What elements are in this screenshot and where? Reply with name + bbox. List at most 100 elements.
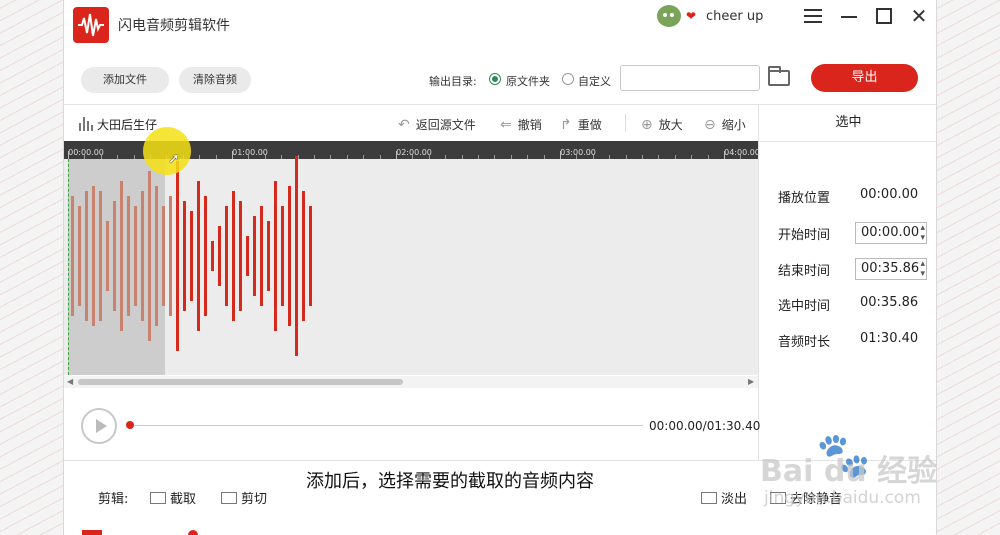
waveform-bar xyxy=(253,216,256,296)
edit-tools-label: 剪辑: xyxy=(98,492,129,507)
waveform-bar xyxy=(92,186,95,326)
progress-knob[interactable] xyxy=(126,421,134,429)
redo-icon: ↱ xyxy=(560,117,572,133)
waveform-bar xyxy=(183,201,186,311)
waveform-bar xyxy=(239,201,242,311)
waveform-bar xyxy=(197,181,200,331)
waveform-bar xyxy=(225,206,228,306)
waveform-bar xyxy=(260,206,263,306)
waveform-bar xyxy=(295,156,298,356)
zoom-in-icon: ⊕ xyxy=(641,117,653,133)
waveform-bar xyxy=(148,171,151,341)
export-button[interactable]: 导出 xyxy=(811,64,918,92)
duration-label: 音频时长 xyxy=(778,335,831,350)
undo-button[interactable]: ⇐ 撤销 xyxy=(500,116,542,133)
waveform-bar xyxy=(176,161,179,351)
progress-track[interactable] xyxy=(130,425,643,426)
fade-out-button[interactable]: 淡出 xyxy=(701,488,747,507)
app-title: 闪电音频剪辑软件 xyxy=(118,18,230,34)
ruler-label: 04:00.00 xyxy=(724,148,760,157)
undo-icon: ⇐ xyxy=(500,117,512,133)
zoom-out-button[interactable]: ⊖ 缩小 xyxy=(704,116,746,133)
radio-custom-folder[interactable] xyxy=(562,73,574,85)
redo-button[interactable]: ↱ 重做 xyxy=(560,116,602,133)
radio-source-label[interactable]: 原文件夹 xyxy=(506,73,550,89)
wechat-icon[interactable] xyxy=(657,5,681,27)
waveform-canvas[interactable] xyxy=(64,156,758,375)
ruler-label: 00:00.00 xyxy=(68,148,104,157)
duration-value: 01:30.40 xyxy=(860,331,919,346)
divider xyxy=(625,114,626,132)
divider xyxy=(758,104,759,460)
end-time-input[interactable]: 00:35.86 xyxy=(855,258,927,280)
waveform-bar xyxy=(281,206,284,306)
scroll-left-icon[interactable]: ◀ xyxy=(67,376,73,388)
waveform-bar xyxy=(141,191,144,321)
app-logo-icon xyxy=(73,7,109,43)
minimize-icon[interactable] xyxy=(836,4,862,28)
play-position-value: 00:00.00 xyxy=(860,187,919,202)
zoom-in-button[interactable]: ⊕ 放大 xyxy=(641,116,683,133)
cut-out-button[interactable]: 截取 xyxy=(150,488,196,507)
waveform-bar xyxy=(218,226,221,286)
waveform-bar xyxy=(71,196,74,316)
waveform-bar xyxy=(211,241,214,271)
bottom-accent-dot xyxy=(188,530,198,535)
selection-panel-header: 选中 xyxy=(759,104,936,142)
zoom-out-icon: ⊖ xyxy=(704,117,716,133)
waveform-bar xyxy=(302,191,305,321)
waveform-bar xyxy=(106,221,109,291)
waveform-bar xyxy=(267,221,270,291)
start-marker[interactable] xyxy=(68,159,69,375)
bottom-accent xyxy=(82,530,102,535)
user-name[interactable]: cheer up xyxy=(706,9,763,24)
maximize-icon[interactable] xyxy=(871,4,897,28)
watermark-brand: Bai du 经验 xyxy=(760,454,938,489)
cut-button[interactable]: 剪切 xyxy=(221,488,267,507)
radio-custom-label[interactable]: 自定义 xyxy=(578,73,611,89)
clear-audio-button[interactable]: 清除音频 xyxy=(179,67,251,93)
ruler-label: 02:00.00 xyxy=(396,148,432,157)
cursor-highlight xyxy=(143,127,191,175)
close-icon[interactable]: ✕ xyxy=(906,4,932,28)
add-file-button[interactable]: 添加文件 xyxy=(81,67,169,93)
menu-icon[interactable] xyxy=(800,4,826,28)
revert-icon: ↶ xyxy=(398,117,410,133)
horizontal-scrollbar[interactable]: ◀ ▶ xyxy=(64,376,758,388)
vip-heart-icon: ❤ xyxy=(686,9,697,23)
output-dir-label: 输出目录: xyxy=(429,75,477,88)
waveform-bar xyxy=(127,196,130,316)
waveform-bar xyxy=(120,181,123,331)
title-bar: 闪电音频剪辑软件 ❤ cheer up ✕ xyxy=(64,0,936,50)
waveform-bar xyxy=(78,206,81,306)
waveform-bar xyxy=(190,211,193,301)
trim-icon xyxy=(150,492,166,504)
folder-open-icon[interactable] xyxy=(768,66,790,86)
output-path-input[interactable] xyxy=(620,65,760,91)
radio-source-folder[interactable] xyxy=(489,73,501,85)
play-button[interactable] xyxy=(81,408,117,444)
start-time-input[interactable]: 00:00.00 xyxy=(855,222,927,244)
cut-icon xyxy=(221,492,237,504)
waveform-bar xyxy=(246,236,249,276)
playback-time: 00:00.00/01:30.40 xyxy=(649,419,761,433)
start-time-label: 开始时间 xyxy=(778,228,831,243)
waveform-bar xyxy=(169,196,172,316)
scroll-right-icon[interactable]: ▶ xyxy=(748,376,754,388)
tutorial-caption: 添加后，选择需要的截取的音频内容 xyxy=(294,463,606,501)
waveform-bar xyxy=(288,186,291,326)
ruler-label: 03:00.00 xyxy=(560,148,596,157)
scroll-thumb[interactable] xyxy=(78,379,403,385)
waveform-bar xyxy=(99,191,102,321)
waveform-bar xyxy=(134,206,137,306)
waveform-bar xyxy=(204,196,207,316)
selected-time-label: 选中时间 xyxy=(778,299,831,314)
play-position-label: 播放位置 xyxy=(778,191,831,206)
end-time-label: 结束时间 xyxy=(778,264,831,279)
ruler-label: 01:00.00 xyxy=(232,148,268,157)
waveform-bar xyxy=(85,191,88,321)
revert-source-button[interactable]: ↶ 返回源文件 xyxy=(398,116,476,133)
waveform-bar xyxy=(274,181,277,331)
mouse-pointer-icon: ➚ xyxy=(168,151,180,167)
waveform-icon xyxy=(79,117,93,131)
